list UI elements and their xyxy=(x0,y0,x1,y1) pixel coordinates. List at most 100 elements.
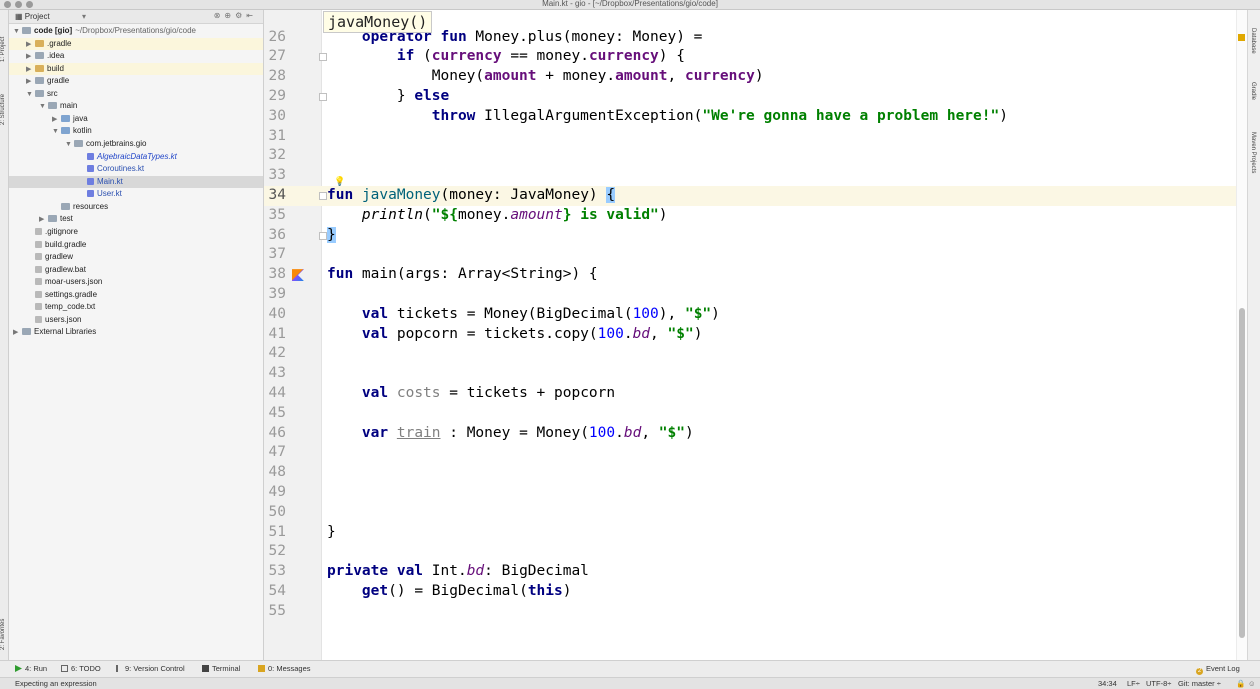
caret-position[interactable]: 34:34 xyxy=(1098,679,1117,688)
tab-messages[interactable]: 0: Messages xyxy=(258,664,311,673)
code-line[interactable]: 48 xyxy=(264,463,1248,483)
code-line[interactable]: 46 var train : Money = Money(100.bd, "$"… xyxy=(264,424,1248,444)
code-line[interactable]: 32 xyxy=(264,146,1248,166)
tab-run[interactable]: 4: Run xyxy=(15,664,47,673)
editor-scrollbar[interactable] xyxy=(1236,10,1247,660)
token-ital: println xyxy=(361,206,424,223)
tree-item[interactable]: settings.gradle xyxy=(9,289,263,302)
tool-tab-maven[interactable]: Maven Projects xyxy=(1250,132,1256,173)
breadcrumb[interactable]: javaMoney() xyxy=(323,11,433,33)
fold-marker-icon[interactable] xyxy=(319,53,327,62)
code-line[interactable]: 37 xyxy=(264,245,1248,265)
tree-item[interactable]: .gitignore xyxy=(9,226,263,239)
code-line[interactable]: 35 println("${money.amount} is valid") xyxy=(264,206,1248,226)
line-separator[interactable]: LF÷ xyxy=(1127,679,1140,688)
token-str: "$" xyxy=(684,305,712,322)
tree-item-label: settings.gradle xyxy=(45,289,98,299)
collapsed-arrow-icon[interactable]: ▶ xyxy=(13,327,22,340)
tool-tab-database[interactable]: Database xyxy=(1250,28,1256,54)
code-line[interactable]: 54 get() = BigDecimal(this) xyxy=(264,582,1248,602)
tree-item-label: moar-users.json xyxy=(45,277,103,287)
collapse-icon[interactable]: ⊗ xyxy=(214,11,225,20)
tree-item[interactable]: ▼ code [gio] ~/Dropbox/Presentations/gio/c… xyxy=(9,25,263,38)
token: ) xyxy=(693,325,703,342)
tool-tab-gradle[interactable]: Gradle xyxy=(1250,82,1256,100)
code-line[interactable]: 42 xyxy=(264,344,1248,364)
tree-item[interactable]: ▶ build xyxy=(9,62,263,76)
chevron-down-icon[interactable]: ▾ xyxy=(82,12,86,21)
code-line[interactable]: 53 private val Int.bd: BigDecimal xyxy=(264,562,1248,582)
tree-item[interactable]: build.gradle xyxy=(9,239,263,252)
line-number: 48 xyxy=(268,464,286,481)
tree-item[interactable]: gradlew.bat xyxy=(9,264,263,277)
code-line[interactable]: 41 val popcorn = tickets.copy(100.bd, "$… xyxy=(264,325,1248,345)
tree-item-label: com.jetbrains.gio xyxy=(86,139,147,149)
code-line[interactable]: 33 xyxy=(264,166,1248,186)
tree-item[interactable]: moar-users.json xyxy=(9,276,263,289)
tab-terminal[interactable]: Terminal xyxy=(202,664,240,673)
code-line[interactable]: 31 xyxy=(264,127,1248,147)
tree-item[interactable]: ▼ src xyxy=(9,88,263,101)
code-line[interactable]: 45 xyxy=(264,404,1248,424)
tree-item[interactable]: ▶ External Libraries xyxy=(9,326,263,339)
tree-item[interactable]: AlgebraicDataTypes.kt xyxy=(9,151,263,164)
code-line[interactable]: 50 xyxy=(264,503,1248,523)
gear-icon[interactable]: ⚙ xyxy=(235,11,246,20)
code-line[interactable]: 30 throw IllegalArgumentException("We're… xyxy=(264,107,1248,127)
tree-item[interactable]: gradlew xyxy=(9,251,263,264)
tool-tab-favorites[interactable]: 2: Favorites xyxy=(0,600,8,650)
tree-item[interactable]: Coroutines.kt xyxy=(9,163,263,176)
code-line[interactable]: 55 xyxy=(264,602,1248,622)
code-line[interactable]: 34 fun javaMoney(money: JavaMoney) { xyxy=(264,185,1248,206)
code-line[interactable]: 44 val costs = tickets + popcorn xyxy=(264,384,1248,404)
fold-marker-icon[interactable] xyxy=(319,231,327,240)
tree-item-label: kotlin xyxy=(73,126,92,136)
vcs-branch[interactable]: Git: master ÷ xyxy=(1178,679,1221,688)
code-line[interactable]: 40 val tickets = Money(BigDecimal(100), … xyxy=(264,305,1248,325)
code-line[interactable]: 29 } else xyxy=(264,87,1248,107)
file-encoding[interactable]: UTF-8÷ xyxy=(1146,679,1171,688)
tree-item[interactable]: ▶ gradle xyxy=(9,75,263,88)
tab-todo[interactable]: 6: TODO xyxy=(61,664,101,673)
project-panel-title[interactable]: Project xyxy=(25,12,50,21)
tree-item[interactable]: ▼ com.jetbrains.gio xyxy=(9,138,263,151)
scrollbar-thumb[interactable] xyxy=(1239,308,1245,638)
code-line[interactable]: 39 xyxy=(264,285,1248,305)
code-line[interactable]: 43 xyxy=(264,364,1248,384)
tree-item[interactable]: User.kt xyxy=(9,188,263,201)
tree-item[interactable]: ▼ kotlin xyxy=(9,125,263,138)
code-line[interactable]: 27 if (currency == money.currency) { xyxy=(264,47,1248,67)
tree-item[interactable]: temp_code.txt xyxy=(9,301,263,314)
code-line[interactable]: 51} xyxy=(264,523,1248,543)
code-line[interactable]: 47 xyxy=(264,443,1248,463)
tree-item[interactable]: Main.kt xyxy=(9,175,263,189)
code-line[interactable]: 49 xyxy=(264,483,1248,503)
fold-marker-icon[interactable] xyxy=(319,92,327,101)
fold-marker-icon[interactable] xyxy=(319,191,327,200)
tree-item[interactable]: ▶ java xyxy=(9,113,263,126)
kotlin-run-icon[interactable] xyxy=(292,269,304,282)
tree-item[interactable]: ▶ .gradle xyxy=(9,37,263,51)
code-line[interactable]: 36} xyxy=(264,226,1248,246)
tree-item[interactable]: ▼ main xyxy=(9,100,263,113)
lock-icon[interactable]: 🔒 xyxy=(1236,679,1245,688)
code-line[interactable]: 38 fun main(args: Array<String>) { xyxy=(264,265,1248,285)
tool-tab-project[interactable]: 1: Project xyxy=(0,22,8,62)
token: , xyxy=(641,424,659,441)
scroll-from-source-icon[interactable]: ⊕ xyxy=(224,11,235,20)
tab-event-log[interactable]: 2 Event Log xyxy=(1196,664,1240,675)
tree-item[interactable]: resources xyxy=(9,201,263,214)
tree-item[interactable]: users.json xyxy=(9,314,263,327)
tab-version-control[interactable]: 9: Version Control xyxy=(116,664,185,673)
code-editor[interactable]: javaMoney() 26 operator fun Money.plus(m… xyxy=(264,10,1248,660)
tool-tab-structure[interactable]: 2: Structure xyxy=(0,80,8,125)
inspector-icon[interactable]: ☺ xyxy=(1248,679,1256,688)
code-line[interactable]: 52 xyxy=(264,542,1248,562)
code-line[interactable]: 28 Money(amount + money.amount, currency… xyxy=(264,67,1248,87)
hide-panel-icon[interactable]: ⇤ xyxy=(246,11,257,20)
lightbulb-icon[interactable]: 💡 xyxy=(334,176,345,187)
tree-item[interactable]: ▶ .idea xyxy=(9,50,263,63)
tree-item[interactable]: ▶ test xyxy=(9,213,263,226)
